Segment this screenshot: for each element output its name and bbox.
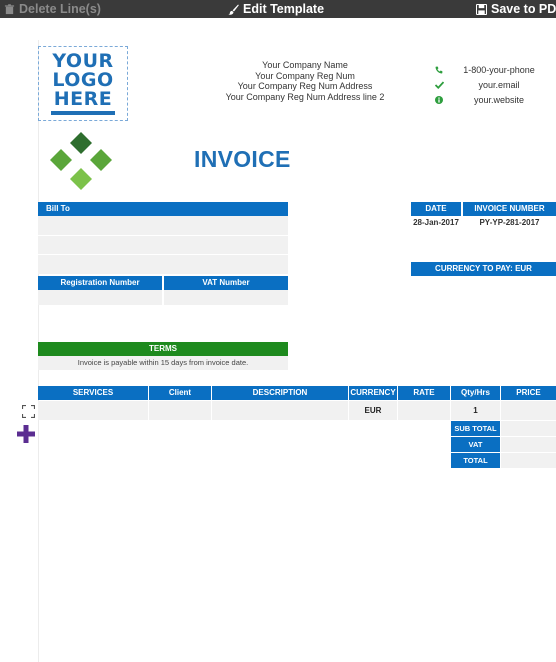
delete-lines-label: Delete Line(s) bbox=[19, 2, 101, 16]
edit-template-label: Edit Template bbox=[243, 2, 325, 16]
logo-placeholder[interactable]: YOUR LOGO HERE bbox=[38, 46, 128, 121]
registration-number-header: Registration Number bbox=[38, 276, 162, 290]
bill-to-field[interactable] bbox=[38, 216, 288, 274]
invoice-number-header: INVOICE NUMBER bbox=[463, 202, 556, 216]
delete-lines-button[interactable]: Delete Line(s) bbox=[4, 1, 101, 17]
contact-website-row: your.website bbox=[430, 92, 550, 107]
vat-label: VAT bbox=[451, 437, 500, 452]
bill-to-header: Bill To bbox=[38, 202, 288, 216]
logo-underline bbox=[51, 111, 115, 115]
total-value bbox=[501, 453, 556, 468]
vat-value bbox=[501, 437, 556, 452]
vat-number-field[interactable] bbox=[164, 290, 288, 305]
company-address: Your Company Reg Num Address bbox=[237, 81, 373, 92]
registration-number-field[interactable] bbox=[38, 290, 162, 305]
cell-price[interactable] bbox=[501, 401, 556, 420]
add-line-icon[interactable] bbox=[16, 424, 36, 444]
contact-website: your.website bbox=[473, 94, 525, 105]
company-reg-num: Your Company Reg Num bbox=[255, 70, 355, 81]
field-separator bbox=[38, 235, 288, 236]
col-header-client: Client bbox=[149, 386, 211, 400]
col-header-rate: RATE bbox=[398, 386, 450, 400]
company-address-line2: Your Company Reg Num Address line 2 bbox=[225, 91, 385, 102]
contact-phone: 1-800-your-phone bbox=[463, 64, 535, 75]
currency-header[interactable]: CURRENCY TO PAY: EUR bbox=[411, 262, 556, 276]
col-header-currency: CURRENCY bbox=[349, 386, 397, 400]
cell-services[interactable] bbox=[38, 401, 148, 420]
invoice-date[interactable]: 28-Jan-2017 bbox=[411, 216, 461, 230]
total-label: TOTAL bbox=[451, 453, 500, 468]
check-icon bbox=[430, 80, 448, 89]
vat-number-header: VAT Number bbox=[164, 276, 288, 290]
col-header-description: DESCRIPTION bbox=[212, 386, 348, 400]
save-to-pdf-button[interactable]: Save to PDF bbox=[476, 1, 556, 17]
field-separator bbox=[38, 254, 288, 255]
cell-description[interactable] bbox=[212, 401, 348, 420]
contact-email: your.email bbox=[478, 79, 520, 90]
trash-icon bbox=[4, 3, 15, 14]
subtotal-value bbox=[501, 421, 556, 436]
subtotal-label: SUB TOTAL bbox=[451, 421, 500, 436]
date-header: DATE bbox=[411, 202, 461, 216]
cell-currency[interactable]: EUR bbox=[349, 401, 397, 420]
floppy-icon bbox=[476, 3, 487, 15]
logo-text-line: HERE bbox=[53, 88, 113, 110]
contact-email-row: your.email bbox=[430, 77, 550, 92]
cell-qty[interactable]: 1 bbox=[451, 401, 500, 420]
edit-template-button[interactable]: Edit Template bbox=[228, 1, 324, 17]
cell-client[interactable] bbox=[149, 401, 211, 420]
contact-phone-row: 1-800-your-phone bbox=[430, 62, 550, 77]
col-header-price: PRICE bbox=[501, 386, 556, 400]
info-icon bbox=[430, 95, 448, 104]
phone-icon bbox=[430, 66, 448, 74]
company-info[interactable]: Your Company Name Your Company Reg Num Y… bbox=[200, 60, 410, 102]
company-name: Your Company Name bbox=[262, 60, 348, 70]
company-diamond-logo bbox=[50, 132, 112, 190]
col-header-qty: Qty/Hrs bbox=[451, 386, 500, 400]
col-header-services: SERVICES bbox=[38, 386, 148, 400]
invoice-number[interactable]: PY-YP-281-2017 bbox=[463, 216, 556, 230]
top-toolbar: Delete Line(s) Edit Template Save to PDF bbox=[0, 0, 556, 18]
expand-icon[interactable] bbox=[22, 405, 35, 418]
save-to-pdf-label: Save to PDF bbox=[491, 2, 556, 16]
terms-text[interactable]: Invoice is payable within 15 days from i… bbox=[38, 356, 288, 370]
invoice-title[interactable]: INVOICE bbox=[194, 146, 291, 173]
brush-icon bbox=[228, 3, 239, 15]
terms-header: TERMS bbox=[38, 342, 288, 356]
contact-info[interactable]: 1-800-your-phone your.email your.website bbox=[430, 62, 550, 107]
cell-rate[interactable] bbox=[398, 401, 450, 420]
